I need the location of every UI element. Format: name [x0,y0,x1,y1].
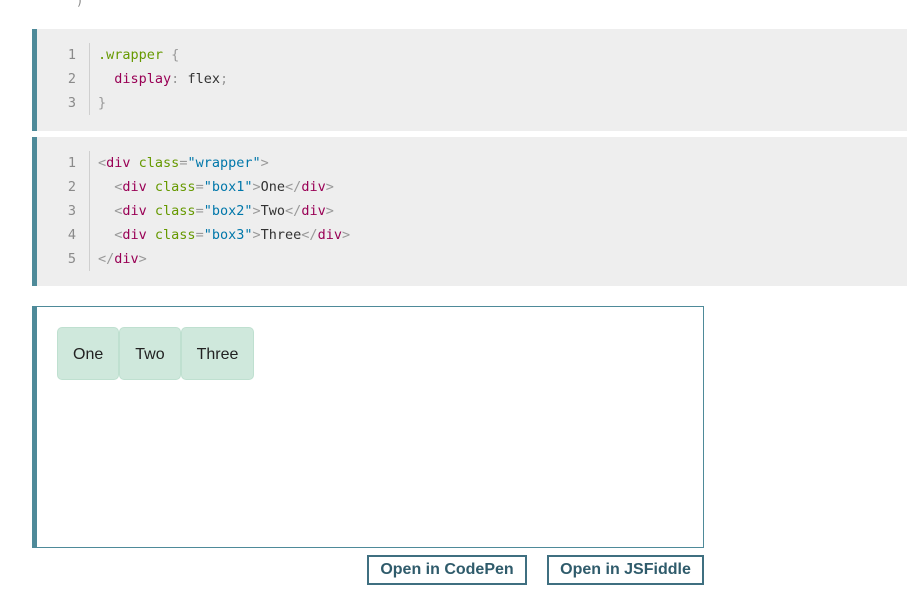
code-lines: <div class="wrapper"> <div class="box1">… [98,151,350,271]
punctuation: > [138,251,147,267]
css-property: display [114,71,172,87]
punctuation: " [203,227,212,243]
line-number-gutter: 1 2 3 4 5 [37,151,90,271]
code-line: display: flex; [98,67,228,91]
line-number: 2 [67,71,76,87]
line-number: 5 [67,251,76,267]
punctuation: > [260,155,269,171]
html-tag: div [301,179,326,195]
code-line: <div class="wrapper"> [98,151,350,175]
code-lines: .wrapper { display: flex; } [98,43,228,115]
attribute-value: wrapper [195,155,253,171]
punctuation: </ [301,227,318,243]
punctuation: < [98,155,107,171]
html-attribute: class [130,155,180,171]
line-number-gutter: 1 2 3 [37,43,90,115]
html-tag: div [122,203,147,219]
attribute-value: box2 [211,203,245,219]
punctuation: > [252,227,261,243]
flex-box-two: Two [119,327,181,380]
punctuation: { [163,47,180,63]
html-code-block[interactable]: 1 2 3 4 5 <div class="wrapper"> <div cla… [32,137,907,286]
line-number: 3 [67,203,76,219]
code-line: </div> [98,247,350,271]
line-number: 3 [67,95,76,111]
line-number: 4 [67,227,76,243]
code-line: <div class="box2">Two</div> [98,199,350,223]
punctuation: " [203,179,212,195]
html-tag: div [122,227,147,243]
live-result-frame: One Two Three [32,306,704,548]
punctuation: </ [285,179,302,195]
previous-content-fragment: ) [76,0,84,8]
flex-box-one: One [57,327,120,380]
punctuation: > [252,203,261,219]
text-content: Three [260,227,302,243]
code-line: } [98,91,228,115]
punctuation: " [203,203,212,219]
line-number: 1 [67,47,76,63]
punctuation: </ [98,251,115,267]
code-line: <div class="box3">Three</div> [98,223,350,247]
punctuation: } [98,95,107,111]
punctuation: > [325,179,334,195]
attribute-value: box1 [211,179,245,195]
flex-box-three: Three [180,327,255,380]
line-number: 2 [67,179,76,195]
html-tag: div [301,203,326,219]
punctuation: > [325,203,334,219]
html-attribute: class [146,203,196,219]
punctuation: > [252,179,261,195]
text-content: One [260,179,286,195]
text-content: Two [260,203,286,219]
punctuation: : [171,71,188,87]
punctuation: " [244,227,253,243]
punctuation: </ [285,203,302,219]
html-tag: div [317,227,342,243]
html-tag: div [122,179,147,195]
html-tag: div [114,251,139,267]
html-attribute: class [146,227,196,243]
punctuation: = [195,227,204,243]
css-code-block[interactable]: 1 2 3 .wrapper { display: flex; } [32,29,907,131]
html-attribute: class [146,179,196,195]
open-in-codepen-button[interactable]: Open in CodePen [367,555,527,585]
line-number: 1 [67,155,76,171]
punctuation: > [341,227,351,243]
code-line: .wrapper { [98,43,228,67]
punctuation: " [252,155,261,171]
attribute-value: box3 [211,227,245,243]
punctuation: " [244,179,253,195]
flex-wrapper: One Two Three [57,327,255,380]
punctuation: = [195,203,204,219]
code-line: <div class="box1">One</div> [98,175,350,199]
punctuation: " [244,203,253,219]
css-value: flex [187,71,220,87]
punctuation: " [187,155,196,171]
open-in-jsfiddle-button[interactable]: Open in JSFiddle [547,555,704,585]
html-tag: div [106,155,131,171]
punctuation: ; [219,71,229,87]
punctuation: = [195,179,204,195]
css-selector: .wrapper [98,47,164,63]
